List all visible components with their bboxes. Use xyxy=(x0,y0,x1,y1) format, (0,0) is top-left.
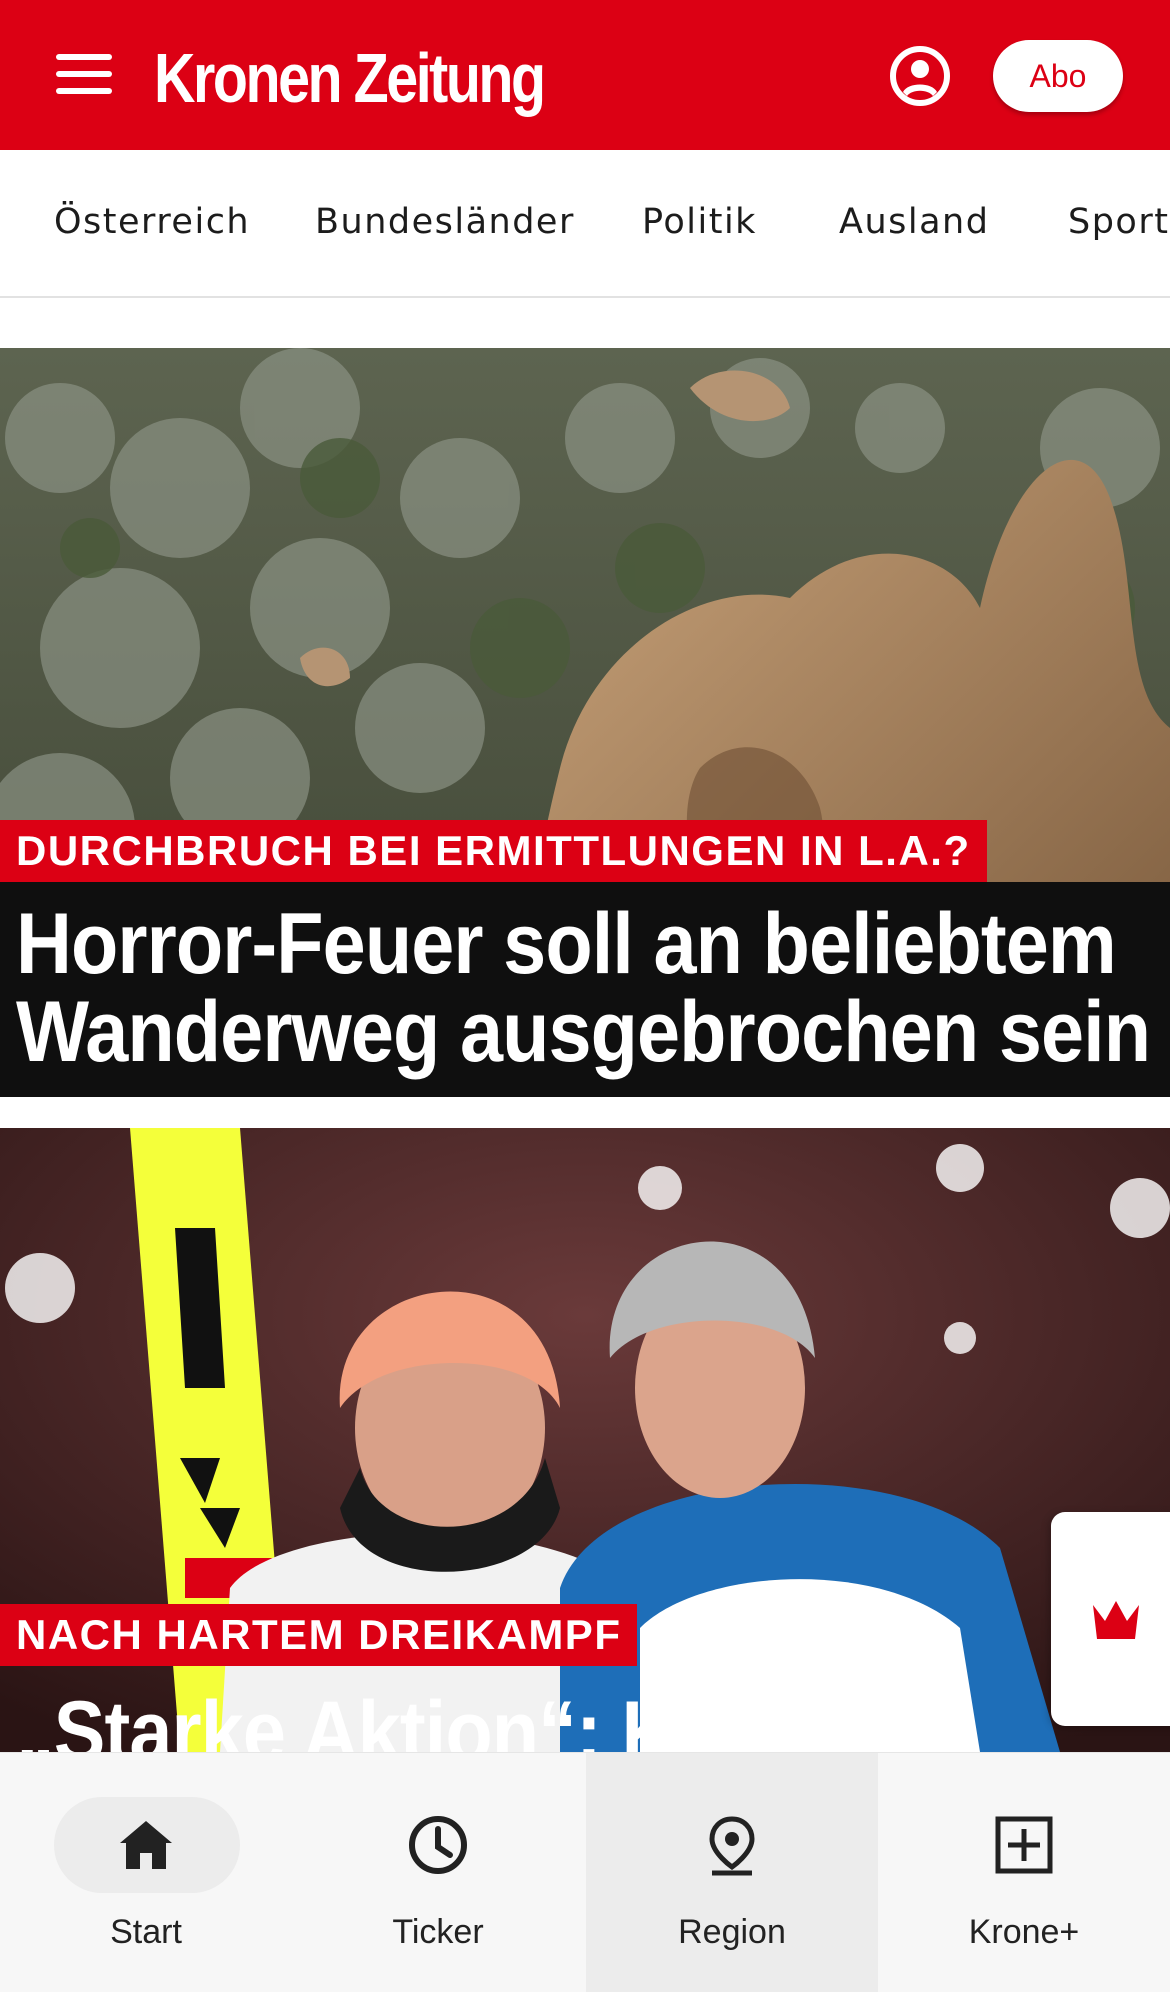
category-nav: Österreich Bundesländer Politik Ausland … xyxy=(0,150,1170,298)
category-tab-politik[interactable]: Politik xyxy=(642,202,757,242)
nav-region[interactable]: Region xyxy=(586,1753,878,1992)
article-card[interactable]: NACH HARTEM DREIKAMPF „Starke Aktion“: K… xyxy=(0,1128,1170,1752)
abo-button[interactable]: Abo xyxy=(993,40,1123,112)
category-tab-sport[interactable]: Sport xyxy=(1068,202,1169,242)
location-pin-icon xyxy=(709,1816,755,1876)
article-card[interactable]: DURCHBRUCH BEI ERMITTLUNGEN IN L.A.? Hor… xyxy=(0,348,1170,1097)
nav-label: Region xyxy=(678,1913,786,1951)
home-icon xyxy=(120,1821,172,1869)
article-headline-line: Wanderweg ausgebrochen sein xyxy=(16,984,1151,1080)
nav-ticker[interactable]: Ticker xyxy=(292,1753,584,1992)
category-tab-oesterreich[interactable]: Österreich xyxy=(54,202,250,242)
top-app-bar: Kronen Zeitung Abo xyxy=(0,0,1170,150)
article-headline-line: Horror-Feuer soll an beliebtem xyxy=(16,896,1117,992)
article-headline-box: Horror-Feuer soll an beliebtem Wanderweg… xyxy=(0,882,1170,1097)
article-kicker: NACH HARTEM DREIKAMPF xyxy=(0,1604,638,1666)
category-tab-ausland[interactable]: Ausland xyxy=(839,202,989,242)
nav-kroneplus[interactable]: Krone+ xyxy=(878,1753,1170,1992)
krone-crown-icon[interactable] xyxy=(1051,1512,1170,1726)
category-tab-bundeslaender[interactable]: Bundesländer xyxy=(315,202,575,242)
account-circle-icon[interactable] xyxy=(888,44,952,108)
article-headline-line: „Starke Aktion“: Kraft xyxy=(16,1684,798,1752)
nav-start[interactable]: Start xyxy=(0,1753,292,1992)
bottom-navigation: Start Ticker Region Krone+ xyxy=(0,1752,1170,1992)
hamburger-menu-icon[interactable] xyxy=(50,48,118,104)
plus-box-icon xyxy=(995,1816,1053,1874)
clock-icon xyxy=(409,1816,467,1874)
nav-label: Ticker xyxy=(392,1913,484,1951)
site-logo[interactable]: Kronen Zeitung xyxy=(154,38,546,118)
nav-label: Krone+ xyxy=(968,1913,1080,1951)
nav-label: Start xyxy=(110,1913,182,1951)
article-kicker: DURCHBRUCH BEI ERMITTLUNGEN IN L.A.? xyxy=(0,820,987,882)
